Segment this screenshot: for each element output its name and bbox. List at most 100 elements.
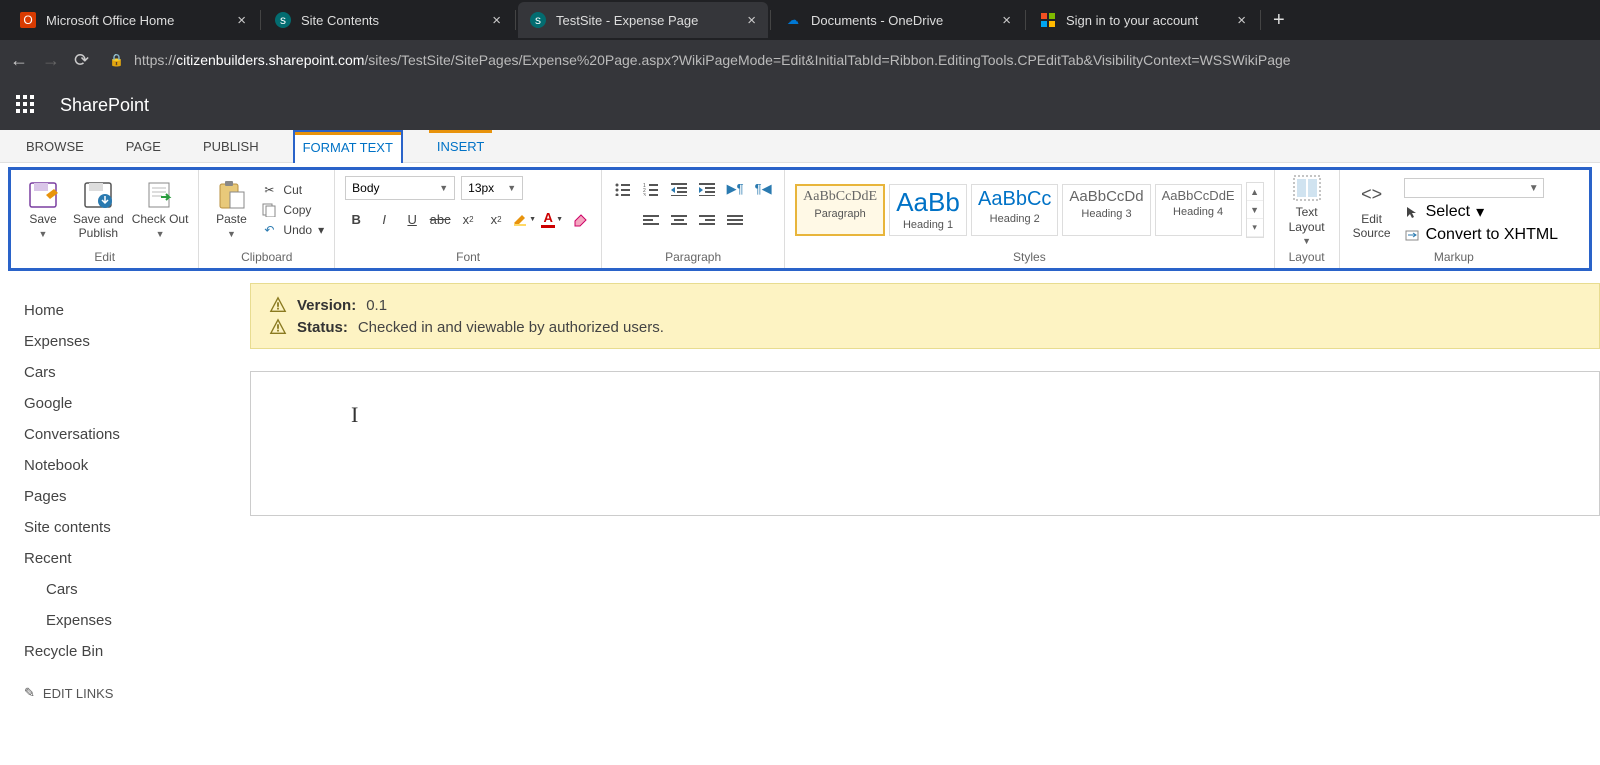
- numbering-button[interactable]: 123: [640, 178, 662, 200]
- close-icon[interactable]: ×: [237, 12, 246, 29]
- lock-icon: 🔒: [109, 53, 124, 67]
- ribbon-tab-browse[interactable]: BROWSE: [18, 130, 92, 162]
- ltr-button[interactable]: ▶¶: [724, 178, 746, 200]
- nav-sub-expenses[interactable]: Expenses: [24, 605, 250, 636]
- subscript-button[interactable]: x2: [457, 208, 479, 230]
- tab-title: Documents - OneDrive: [811, 13, 992, 28]
- undo-icon: ↶: [261, 222, 277, 238]
- styles-expand[interactable]: ▾: [1247, 219, 1263, 237]
- align-center-button[interactable]: [668, 210, 690, 232]
- italic-button[interactable]: I: [373, 208, 395, 230]
- chevron-down-icon: ▾: [318, 223, 324, 237]
- styles-scroll-up[interactable]: ▲: [1247, 183, 1263, 201]
- tab-title: Microsoft Office Home: [46, 13, 227, 28]
- align-left-button[interactable]: [640, 210, 662, 232]
- font-family-dropdown[interactable]: Body▼: [345, 176, 455, 200]
- underline-button[interactable]: U: [401, 208, 423, 230]
- bullets-icon: [615, 182, 631, 196]
- ribbon-tab-insert[interactable]: INSERT: [429, 130, 492, 162]
- suite-bar: SharePoint: [0, 80, 1600, 130]
- tab-testsite-expense[interactable]: s TestSite - Expense Page ×: [518, 2, 768, 38]
- cut-button[interactable]: ✂ Cut: [261, 182, 324, 198]
- paste-button[interactable]: Paste ▼: [209, 180, 253, 239]
- font-size-dropdown[interactable]: 13px▼: [461, 176, 523, 200]
- close-icon[interactable]: ×: [1002, 12, 1011, 29]
- text-layout-button[interactable]: Text Layout ▼: [1285, 173, 1329, 247]
- bullets-button[interactable]: [612, 178, 634, 200]
- style-paragraph[interactable]: AaBbCcDdEParagraph: [795, 184, 885, 236]
- sharepoint-icon: s: [275, 12, 291, 28]
- nav-item-home[interactable]: Home: [24, 295, 250, 326]
- nav-item-cars[interactable]: Cars: [24, 357, 250, 388]
- chevron-down-icon: ▼: [1529, 183, 1539, 194]
- ribbon-tab-page[interactable]: PAGE: [118, 130, 169, 162]
- nav-item-conversations[interactable]: Conversations: [24, 419, 250, 450]
- check-out-button[interactable]: Check Out ▼: [132, 180, 189, 239]
- nav-item-recent[interactable]: Recent: [24, 543, 250, 574]
- nav-item-notebook[interactable]: Notebook: [24, 450, 250, 481]
- select-button[interactable]: Select ▾: [1404, 202, 1558, 222]
- superscript-button[interactable]: x2: [485, 208, 507, 230]
- close-icon[interactable]: ×: [492, 12, 501, 29]
- tab-office-home[interactable]: O Microsoft Office Home ×: [8, 2, 258, 38]
- style-heading-4[interactable]: AaBbCcDdEHeading 4: [1155, 184, 1242, 236]
- paste-icon: [215, 180, 247, 210]
- chevron-down-icon: ▼: [507, 183, 516, 193]
- url-input[interactable]: 🔒 https://citizenbuilders.sharepoint.com…: [103, 45, 1590, 75]
- edit-links-button[interactable]: ✎ EDIT LINKS: [24, 685, 250, 701]
- ribbon-group-layout: Text Layout ▼ Layout: [1275, 170, 1340, 268]
- back-button[interactable]: ←: [10, 50, 28, 71]
- rtl-button[interactable]: ¶◀: [752, 178, 774, 200]
- strikethrough-button[interactable]: abc: [429, 208, 451, 230]
- font-color-button[interactable]: A▼: [541, 208, 563, 230]
- nav-recycle-bin[interactable]: Recycle Bin: [24, 636, 250, 667]
- new-tab-button[interactable]: +: [1263, 9, 1295, 32]
- clear-format-button[interactable]: [569, 208, 591, 230]
- style-heading-2[interactable]: AaBbCcHeading 2: [971, 184, 1058, 236]
- reload-button[interactable]: ⟳: [74, 50, 89, 71]
- language-dropdown[interactable]: ▼: [1404, 178, 1544, 198]
- nav-item-expenses[interactable]: Expenses: [24, 326, 250, 357]
- copy-button[interactable]: Copy: [261, 202, 324, 218]
- nav-sub-cars[interactable]: Cars: [24, 574, 250, 605]
- ribbon-group-label: Markup: [1350, 248, 1558, 268]
- save-and-publish-button[interactable]: Save and Publish: [73, 180, 124, 241]
- ribbon-group-font: Body▼ 13px▼ B I U abc x2 x2 ▼: [335, 170, 602, 268]
- forward-button[interactable]: →: [42, 50, 60, 71]
- style-heading-1[interactable]: AaBbHeading 1: [889, 184, 967, 236]
- nav-item-site-contents[interactable]: Site contents: [24, 512, 250, 543]
- nav-item-google[interactable]: Google: [24, 388, 250, 419]
- convert-xhtml-button[interactable]: Convert to XHTML: [1404, 226, 1558, 244]
- cut-label: Cut: [283, 183, 302, 197]
- edit-source-button[interactable]: <> Edit Source: [1350, 180, 1394, 241]
- style-heading-3[interactable]: AaBbCcDdHeading 3: [1062, 184, 1150, 236]
- tab-sign-in[interactable]: Sign in to your account ×: [1028, 2, 1258, 38]
- style-sample: AaBbCcDdE: [1162, 189, 1235, 202]
- highlight-button[interactable]: ▼: [513, 208, 535, 230]
- tab-documents-onedrive[interactable]: ☁ Documents - OneDrive ×: [773, 2, 1023, 38]
- status-banner: Version: 0.1 Status: Checked in and view…: [250, 283, 1600, 349]
- content-editor[interactable]: I: [250, 371, 1600, 516]
- align-justify-icon: [727, 215, 743, 227]
- app-launcher-icon[interactable]: [16, 95, 36, 115]
- save-publish-label: Save and Publish: [73, 212, 124, 241]
- nav-item-pages[interactable]: Pages: [24, 481, 250, 512]
- ribbon-tab-publish[interactable]: PUBLISH: [195, 130, 267, 162]
- save-button[interactable]: Save ▼: [21, 180, 65, 239]
- styles-scroll-down[interactable]: ▼: [1247, 201, 1263, 219]
- bold-button[interactable]: B: [345, 208, 367, 230]
- undo-button[interactable]: ↶ Undo ▾: [261, 222, 324, 238]
- tab-site-contents[interactable]: s Site Contents ×: [263, 2, 513, 38]
- indent-button[interactable]: [696, 178, 718, 200]
- align-right-button[interactable]: [696, 210, 718, 232]
- suite-title[interactable]: SharePoint: [60, 95, 149, 116]
- ribbon-group-styles: AaBbCcDdEParagraphAaBbHeading 1AaBbCcHea…: [785, 170, 1274, 268]
- svg-text:3: 3: [643, 193, 646, 196]
- outdent-button[interactable]: [668, 178, 690, 200]
- close-icon[interactable]: ×: [747, 12, 756, 29]
- convert-label: Convert to XHTML: [1426, 226, 1558, 244]
- font-color-icon: A: [541, 210, 555, 228]
- align-justify-button[interactable]: [724, 210, 746, 232]
- ribbon-tab-format-text[interactable]: FORMAT TEXT: [293, 130, 403, 163]
- close-icon[interactable]: ×: [1237, 12, 1246, 29]
